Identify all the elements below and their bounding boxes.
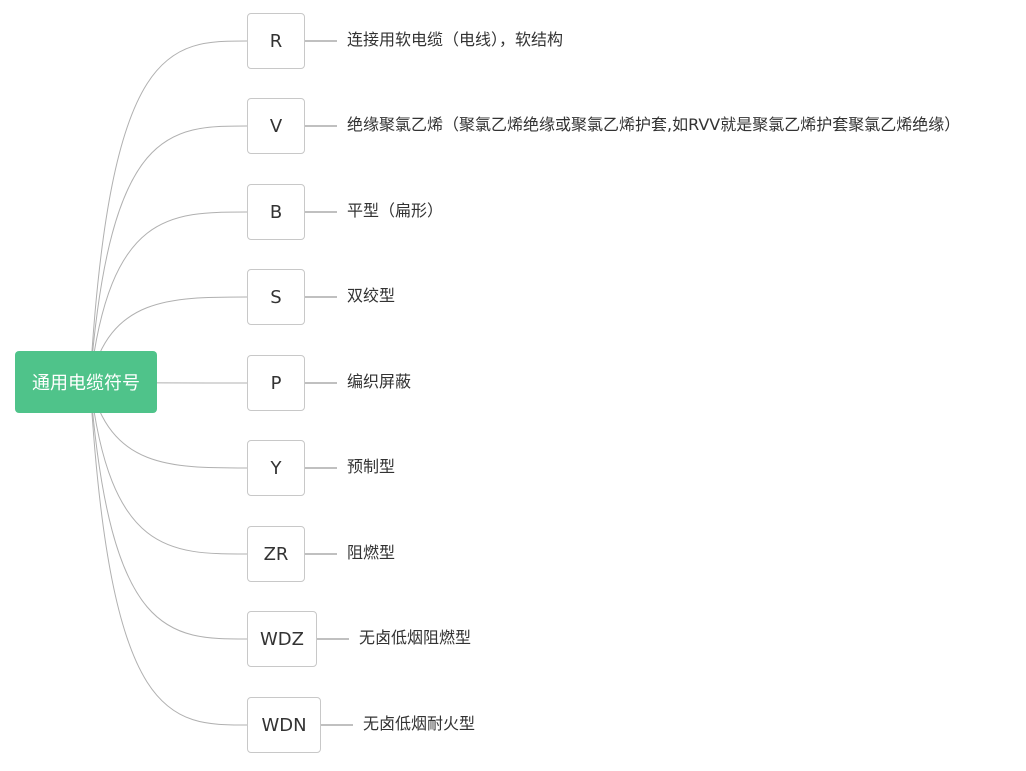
code-node-r[interactable]: R [247, 13, 305, 69]
branch-connector [89, 381, 248, 640]
description-node-v[interactable]: 绝缘聚氯乙烯（聚氯乙烯绝缘或聚氯乙烯护套,如RVV就是聚氯乙烯护套聚氯乙烯绝缘） [347, 115, 960, 135]
code-node-b[interactable]: B [247, 184, 305, 240]
description-node-b[interactable]: 平型（扁形） [347, 201, 443, 221]
description-node-y[interactable]: 预制型 [347, 457, 395, 477]
code-node-y[interactable]: Y [247, 440, 305, 496]
code-node-s[interactable]: S [247, 269, 305, 325]
description-node-wdz[interactable]: 无卤低烟阻燃型 [359, 628, 471, 648]
code-node-wdz[interactable]: WDZ [247, 611, 317, 667]
description-node-p[interactable]: 编织屏蔽 [347, 372, 411, 392]
code-node-v[interactable]: V [247, 98, 305, 154]
branch-connector [89, 125, 248, 383]
code-node-wdn[interactable]: WDN [247, 697, 321, 753]
code-node-zr[interactable]: ZR [247, 526, 305, 582]
description-node-zr[interactable]: 阻燃型 [347, 543, 395, 563]
description-node-r[interactable]: 连接用软电缆（电线），软结构 [347, 30, 563, 50]
description-node-wdn[interactable]: 无卤低烟耐火型 [363, 714, 475, 734]
code-node-p[interactable]: P [247, 355, 305, 411]
description-node-s[interactable]: 双绞型 [347, 286, 395, 306]
root-node[interactable]: 通用电缆符号 [15, 351, 157, 413]
